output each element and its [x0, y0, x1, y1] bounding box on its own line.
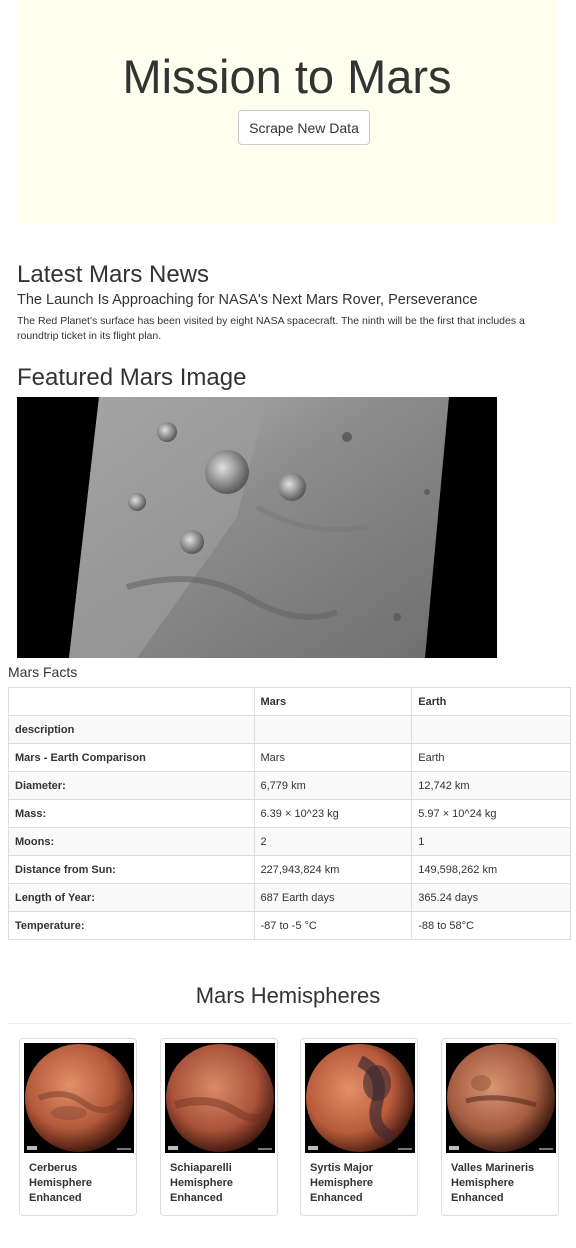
table-row-label: Diameter:: [8, 771, 255, 800]
news-paragraph: The Red Planet's surface has been visite…: [17, 315, 525, 342]
image-credit-mark: [539, 1148, 553, 1150]
image-credit-mark: [27, 1146, 37, 1150]
hemisphere-card-schiaparelli[interactable]: Schiaparelli Hemisphere Enhanced: [160, 1038, 278, 1216]
table-row: Length of Year: 687 Earth days 365.24 da…: [8, 883, 571, 912]
jumbotron: Mission to Mars Scrape New Data: [17, 0, 557, 224]
latest-news-heading: Latest Mars News: [17, 261, 210, 288]
image-credit-mark: [168, 1146, 178, 1150]
table-header-row: Mars Earth: [8, 687, 571, 716]
table-row-label: Mars - Earth Comparison: [8, 743, 255, 772]
hemisphere-card-cerberus[interactable]: Cerberus Hemisphere Enhanced: [19, 1038, 137, 1216]
hemisphere-card-syrtis-major[interactable]: Syrtis Major Hemisphere Enhanced: [300, 1038, 418, 1216]
table-cell: -87 to -5 °C: [253, 911, 413, 940]
mars-globe-image[interactable]: [24, 1043, 134, 1153]
table-row: Distance from Sun: 227,943,824 km 149,59…: [8, 855, 571, 884]
table-row-label: Moons:: [8, 827, 255, 856]
hemisphere-title[interactable]: Cerberus Hemisphere Enhanced: [29, 1161, 129, 1206]
image-credit-mark: [308, 1146, 318, 1150]
table-row: Moons: 2 1: [8, 827, 571, 856]
table-row: description: [8, 715, 571, 744]
table-cell: 6,779 km: [253, 771, 413, 800]
hemisphere-title[interactable]: Syrtis Major Hemisphere Enhanced: [310, 1161, 410, 1206]
mars-globe-image[interactable]: [446, 1043, 556, 1153]
table-cell: Earth: [411, 743, 571, 772]
table-row-label: Mass:: [8, 799, 255, 828]
table-cell: 2: [253, 827, 413, 856]
news-title: The Launch Is Approaching for NASA's Nex…: [17, 292, 478, 308]
featured-image-heading: Featured Mars Image: [17, 364, 247, 391]
hemisphere-title[interactable]: Schiaparelli Hemisphere Enhanced: [170, 1161, 270, 1206]
table-cell: 365.24 days: [411, 883, 571, 912]
table-cell: 1: [411, 827, 571, 856]
hemisphere-title[interactable]: Valles Marineris Hemisphere Enhanced: [451, 1161, 551, 1206]
hemisphere-card-valles-marineris[interactable]: Valles Marineris Hemisphere Enhanced: [441, 1038, 559, 1216]
featured-mars-image: [17, 397, 497, 658]
table-cell: 6.39 × 10^23 kg: [253, 799, 413, 828]
table-row: Mars - Earth Comparison Mars Earth: [8, 743, 571, 772]
image-credit-mark: [258, 1148, 272, 1150]
mars-facts-table: Mars Earth description Mars - Earth Comp…: [8, 687, 571, 940]
scrape-new-data-button[interactable]: Scrape New Data: [238, 110, 370, 145]
table-header-cell: Earth: [411, 687, 571, 716]
table-cell: [253, 715, 413, 744]
image-credit-mark: [449, 1146, 459, 1150]
table-row-label: Length of Year:: [8, 883, 255, 912]
mars-facts-caption: Mars Facts: [8, 664, 78, 680]
table-row-label: Temperature:: [8, 911, 255, 940]
table-cell: 149,598,262 km: [411, 855, 571, 884]
image-credit-mark: [398, 1148, 412, 1150]
table-cell: 227,943,824 km: [253, 855, 413, 884]
image-credit-mark: [117, 1148, 131, 1150]
table-cell: 687 Earth days: [253, 883, 413, 912]
table-header-cell: Mars: [253, 687, 413, 716]
divider: [8, 1023, 571, 1024]
table-header-cell: [8, 687, 255, 716]
table-row-label: description: [8, 715, 255, 744]
table-row: Mass: 6.39 × 10^23 kg 5.97 × 10^24 kg: [8, 799, 571, 828]
table-row: Diameter: 6,779 km 12,742 km: [8, 771, 571, 800]
table-row: Temperature: -87 to -5 °C -88 to 58°C: [8, 911, 571, 940]
page-title: Mission to Mars: [122, 50, 452, 103]
hemispheres-heading: Mars Hemispheres: [195, 983, 381, 1008]
mars-globe-image[interactable]: [305, 1043, 415, 1153]
table-cell: Mars: [253, 743, 413, 772]
table-cell: 12,742 km: [411, 771, 571, 800]
table-cell: -88 to 58°C: [411, 911, 571, 940]
table-cell: 5.97 × 10^24 kg: [411, 799, 571, 828]
mars-globe-image[interactable]: [165, 1043, 275, 1153]
table-row-label: Distance from Sun:: [8, 855, 255, 884]
table-cell: [411, 715, 571, 744]
